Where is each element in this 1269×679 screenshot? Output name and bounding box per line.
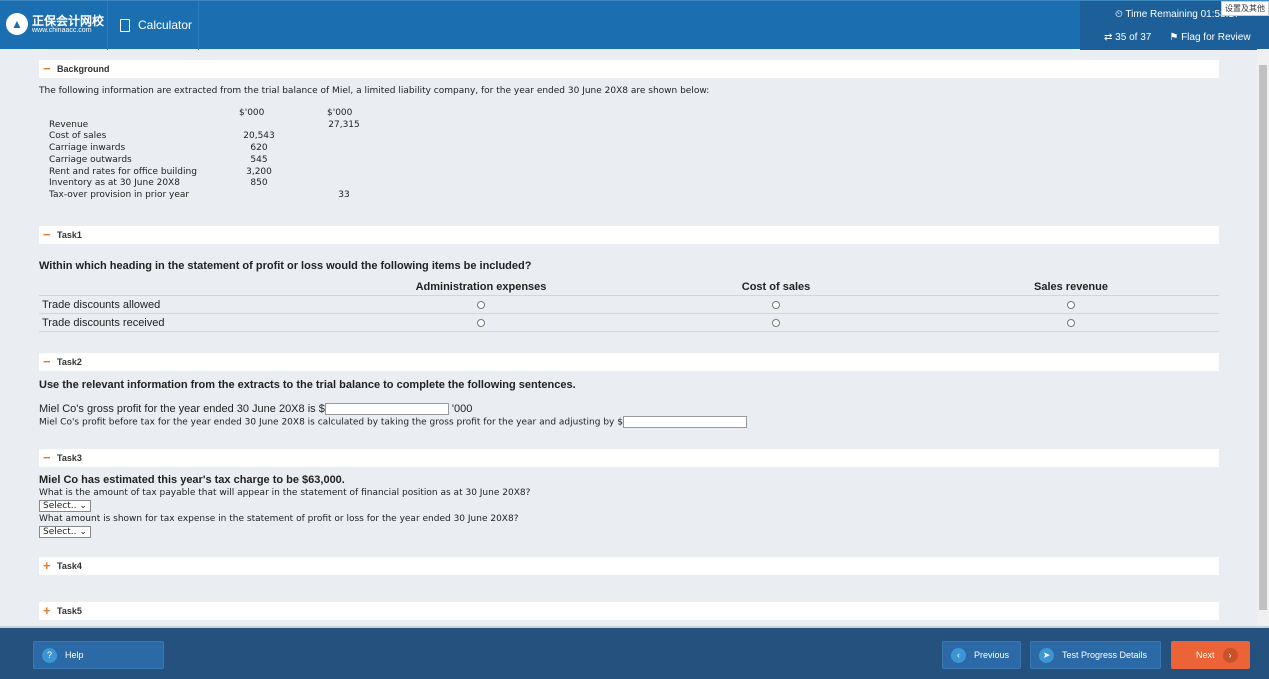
row-value: 3,200	[246, 166, 272, 177]
help-button[interactable]: ? Help	[33, 641, 164, 669]
col-header: $'000	[239, 108, 265, 118]
radio[interactable]	[772, 301, 780, 309]
flag-for-review-button[interactable]: ⚑ Flag for Review	[1169, 32, 1250, 43]
section-task2[interactable]: − Task2	[39, 353, 1219, 371]
logo: ▲ 正保会计网校 www.chinaacc.com	[6, 13, 104, 35]
row-label: Rent and rates for office building	[49, 166, 197, 177]
calculator-button[interactable]: Calculator	[120, 18, 192, 32]
flag-icon: ⚑	[1169, 32, 1179, 43]
bottom-bar: ? Help ‹ Previous ➤ Test Progress Details N…	[0, 626, 1269, 679]
question-navigator[interactable]: ⇄ 35 of 37	[1104, 32, 1151, 43]
radio[interactable]	[1067, 319, 1075, 327]
chevron-right-icon: ›	[1222, 647, 1238, 663]
radio[interactable]	[477, 319, 485, 327]
col-header: $'000	[327, 108, 353, 118]
row-value: 850	[250, 178, 268, 189]
test-progress-button[interactable]: ➤ Test Progress Details	[1030, 641, 1161, 669]
help-icon: ?	[42, 647, 57, 663]
section-background[interactable]: − Background	[39, 60, 1219, 78]
radio[interactable]	[1067, 301, 1075, 309]
row-value: 545	[250, 154, 268, 165]
send-icon: ➤	[1039, 647, 1054, 663]
section-task4[interactable]: + Task4	[39, 557, 1219, 575]
tax-payable-select[interactable]: Select.. ⌄	[39, 500, 91, 512]
row-label: Carriage outwards	[49, 154, 132, 165]
tax-expense-select[interactable]: Select.. ⌄	[39, 526, 91, 538]
table-row: Trade discounts received	[39, 314, 1219, 332]
chevron-left-icon: ‹	[951, 647, 966, 663]
row-label: Cost of sales	[49, 131, 107, 142]
row-label: Inventory as at 30 June 20X8	[49, 178, 180, 189]
section-task3[interactable]: − Task3	[39, 449, 1219, 467]
row-label: Carriage inwards	[49, 143, 126, 154]
settings-tooltip[interactable]: 设置及其他	[1221, 1, 1269, 16]
radio[interactable]	[772, 319, 780, 327]
row-label: Revenue	[49, 119, 89, 130]
row-value: 27,315	[328, 119, 360, 130]
top-bar: ▲ 正保会计网校 www.chinaacc.com Calculator ⏲ Tim…	[0, 0, 1269, 50]
radio[interactable]	[477, 301, 485, 309]
logo-icon: ▲	[6, 13, 28, 35]
row-label: Tax-over provision in prior year	[49, 189, 190, 200]
collapse-icon: −	[43, 61, 51, 76]
scrollbar[interactable]	[1257, 49, 1269, 626]
section-task5[interactable]: + Task5	[39, 602, 1219, 620]
section-task1[interactable]: − Task1	[39, 226, 1219, 244]
question-content: − Background The following information ar…	[0, 49, 1257, 626]
row-value: 33	[338, 189, 350, 200]
task1-grid: Administration expenses Cost of sales Sale…	[39, 278, 1219, 332]
next-button[interactable]: Next ›	[1171, 641, 1250, 669]
row-value: 620	[250, 143, 268, 154]
row-value: 20,543	[243, 131, 275, 142]
adjustment-input[interactable]	[622, 416, 747, 428]
previous-button[interactable]: ‹ Previous	[942, 641, 1021, 669]
gross-profit-input[interactable]	[324, 403, 449, 416]
table-row: Trade discounts allowed	[39, 296, 1219, 314]
calculator-icon	[120, 18, 130, 32]
